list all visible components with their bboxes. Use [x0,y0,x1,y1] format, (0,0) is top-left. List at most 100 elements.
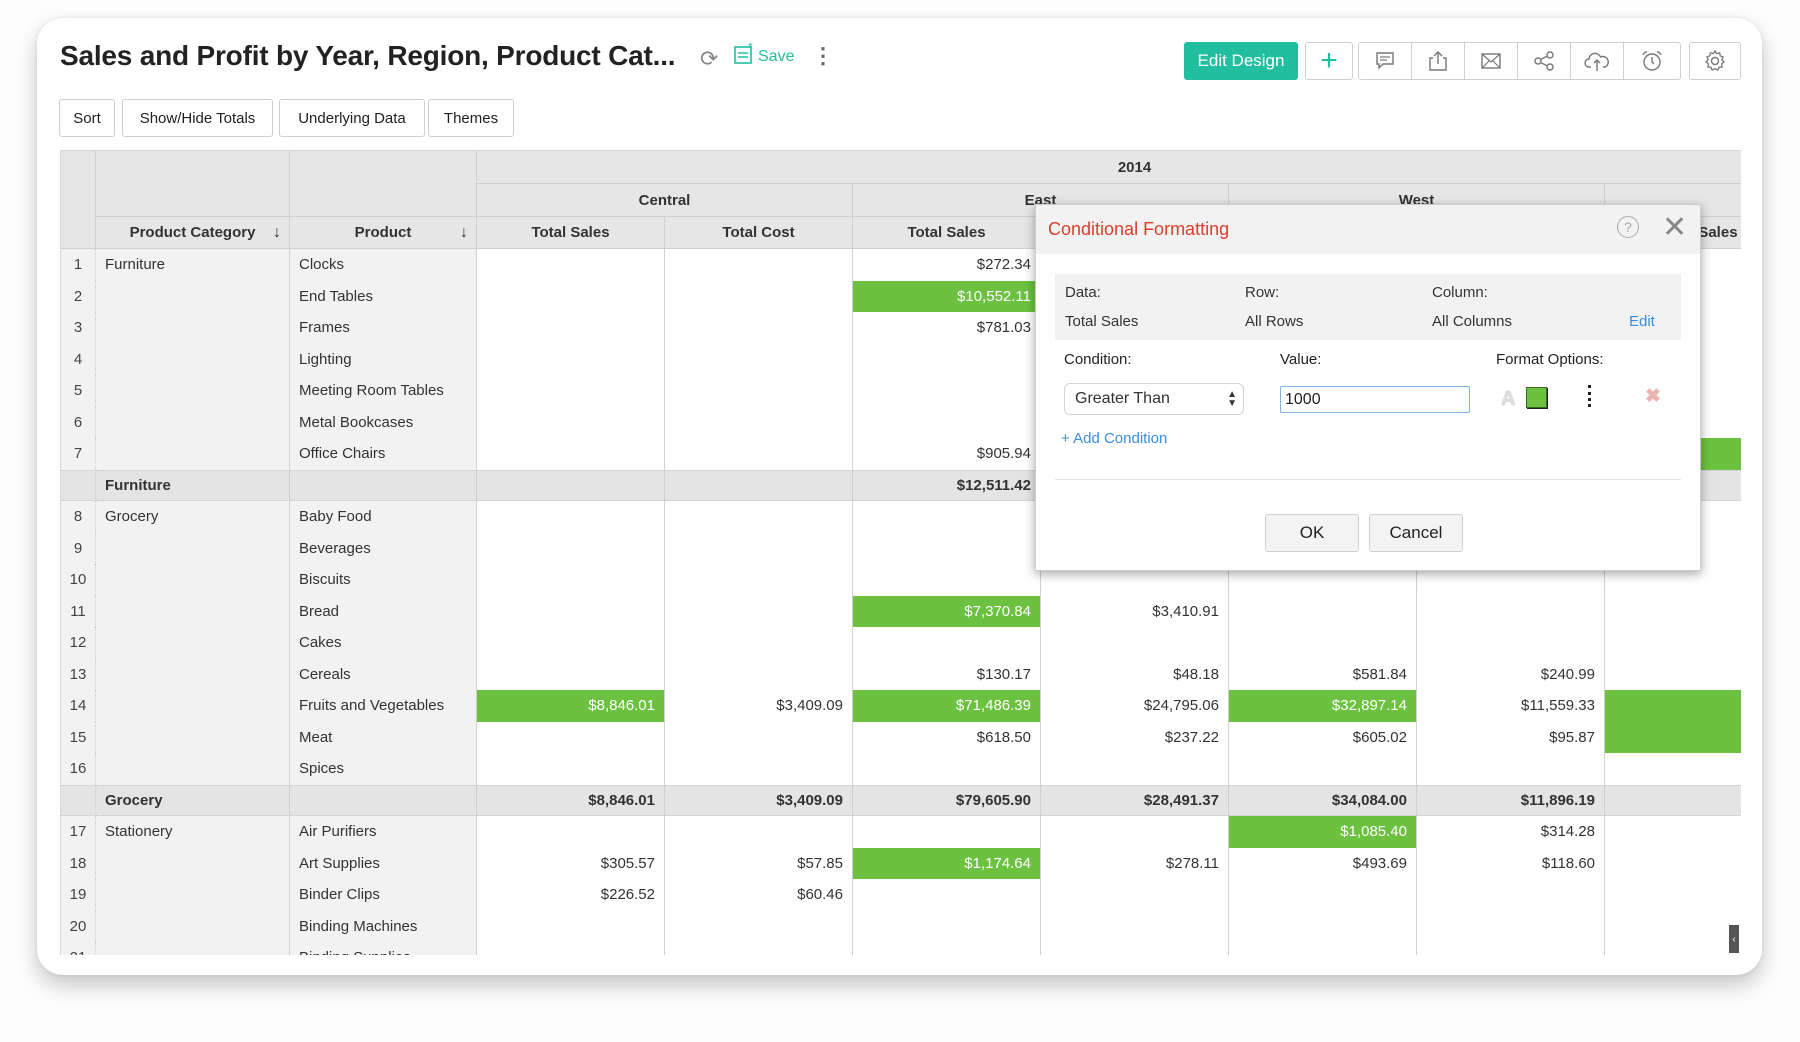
value-cell[interactable] [1417,910,1605,942]
share-button[interactable] [1518,43,1571,79]
value-cell[interactable] [665,658,853,690]
value-cell[interactable] [665,532,853,564]
value-cell[interactable]: $95.87 [1417,721,1605,753]
value-cell[interactable] [477,312,665,344]
value-cell[interactable] [1041,942,1229,955]
value-cell[interactable] [665,816,853,848]
sort-down-arrow-icon[interactable]: ↓ [273,224,281,242]
value-cell[interactable] [1229,753,1417,785]
value-cell[interactable] [665,312,853,344]
value-cell[interactable]: $1 [1605,847,1741,879]
subtotal-value-cell[interactable]: $28,491.37 [1041,784,1229,816]
value-cell[interactable] [477,438,665,470]
help-icon[interactable]: ? [1617,216,1639,238]
more-format-options-icon[interactable] [1588,385,1594,407]
underlying-data-button[interactable]: Underlying Data [279,99,425,137]
column-header-product[interactable]: Product ↓ [290,217,477,249]
close-icon[interactable]: ✕ [1662,210,1687,245]
value-cell[interactable] [665,564,853,596]
value-cell[interactable] [665,721,853,753]
value-cell[interactable] [477,564,665,596]
value-cell[interactable] [1041,910,1229,942]
value-cell[interactable]: $26,0 [1605,690,1741,722]
value-cell[interactable] [1417,942,1605,955]
value-cell[interactable] [853,375,1041,407]
value-cell[interactable]: $7,370.84 [853,595,1041,627]
value-cell[interactable] [853,406,1041,438]
value-cell[interactable] [665,343,853,375]
value-cell[interactable] [477,658,665,690]
value-cell[interactable]: $605.02 [1229,721,1417,753]
value-cell[interactable] [853,910,1041,942]
value-cell[interactable] [477,343,665,375]
refresh-icon[interactable]: ⟳ [700,46,718,72]
value-cell[interactable]: $10,552.11 [853,280,1041,312]
value-cell[interactable]: $3,410.91 [1041,595,1229,627]
value-cell[interactable] [1041,816,1229,848]
column-header-product-category[interactable]: Product Category ↓ [96,217,290,249]
value-cell[interactable] [853,816,1041,848]
value-cell[interactable]: $581.84 [1229,658,1417,690]
value-cell[interactable]: $71,486.39 [853,690,1041,722]
value-cell[interactable] [665,438,853,470]
value-cell[interactable]: $9 [1605,816,1741,848]
fill-color-swatch[interactable] [1526,387,1547,408]
value-cell[interactable]: $1,174.64 [853,847,1041,879]
value-cell[interactable] [665,249,853,281]
ok-button[interactable]: OK [1265,514,1359,552]
value-cell[interactable] [665,406,853,438]
value-cell[interactable] [477,627,665,659]
value-cell[interactable] [477,501,665,533]
value-cell[interactable] [477,942,665,955]
cancel-button[interactable]: Cancel [1369,514,1463,552]
value-cell[interactable]: $781.03 [853,312,1041,344]
value-cell[interactable] [665,910,853,942]
value-cell[interactable] [665,375,853,407]
value-cell[interactable] [1417,627,1605,659]
value-cell[interactable]: $493.69 [1229,847,1417,879]
email-button[interactable] [1465,43,1518,79]
schedule-button[interactable] [1624,43,1680,79]
measure-header[interactable]: Total Sales [477,217,665,249]
measure-header[interactable]: Total Sales [853,217,1041,249]
value-cell[interactable]: $32,897.14 [1229,690,1417,722]
value-cell[interactable]: $118.60 [1417,847,1605,879]
value-cell[interactable] [1605,753,1741,785]
value-cell[interactable] [1229,627,1417,659]
export-button[interactable] [1412,43,1465,79]
edit-scope-link[interactable]: Edit [1629,313,1655,330]
value-cell[interactable]: $272.34 [853,249,1041,281]
value-cell[interactable]: $905.94 [853,438,1041,470]
subtotal-value-cell[interactable]: $12,511.42 [853,469,1041,501]
value-cell[interactable]: $24,795.06 [1041,690,1229,722]
value-cell[interactable] [665,753,853,785]
value-cell[interactable] [853,564,1041,596]
value-cell[interactable]: $60.46 [665,879,853,911]
value-cell[interactable] [1229,879,1417,911]
value-cell[interactable] [665,595,853,627]
value-cell[interactable]: $226.52 [477,879,665,911]
value-cell[interactable]: $305.57 [477,847,665,879]
value-cell[interactable] [477,721,665,753]
edit-design-button[interactable]: Edit Design [1184,42,1298,80]
condition-select[interactable]: Greater Than ▲ ▼ [1064,383,1244,415]
value-cell[interactable]: $314.28 [1417,816,1605,848]
value-cell[interactable] [1605,627,1741,659]
value-cell[interactable] [1417,879,1605,911]
value-input[interactable] [1280,386,1470,413]
value-cell[interactable] [477,816,665,848]
value-cell[interactable] [665,501,853,533]
value-cell[interactable]: $7,6 [1605,721,1741,753]
value-cell[interactable] [477,375,665,407]
save-button[interactable]: * Save [734,42,794,66]
subtotal-value-cell[interactable]: $33,7 [1605,784,1741,816]
value-cell[interactable] [853,942,1041,955]
subtotal-value-cell[interactable]: $8,846.01 [477,784,665,816]
value-cell[interactable] [1605,595,1741,627]
value-cell[interactable]: $48.18 [1041,658,1229,690]
value-cell[interactable] [1229,595,1417,627]
value-cell[interactable] [477,753,665,785]
comment-button[interactable] [1359,43,1412,79]
value-cell[interactable]: $3,409.09 [665,690,853,722]
value-cell[interactable] [477,249,665,281]
